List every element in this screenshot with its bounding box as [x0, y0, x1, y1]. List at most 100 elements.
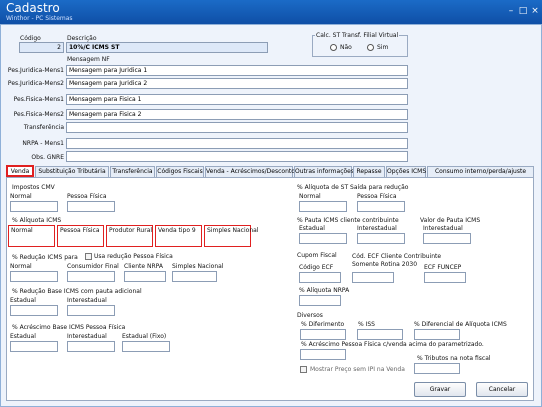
cupom-fiscal-label: Cupom Fiscal — [297, 252, 337, 259]
mostrar-preco-label: Mostrar Preço sem IPI na Venda — [310, 366, 405, 373]
acrescimo-pf-label: % Acréscimo Pessoa Física c/venda acima … — [301, 341, 484, 348]
pauta-interestadual-field[interactable] — [357, 233, 405, 244]
reducao-base-estadual-field[interactable] — [10, 305, 58, 316]
tab-opcoes-icms[interactable]: Opções ICMS — [386, 166, 426, 177]
acrescimo-pf-field[interactable] — [300, 349, 346, 360]
tributos-field[interactable] — [414, 363, 460, 374]
aliq-pf-field[interactable]: Pessoa Física — [57, 225, 104, 247]
acrescimo-estadual-field[interactable] — [10, 341, 58, 352]
aliq-simples-nacional-field[interactable]: Simples Nacional — [204, 225, 258, 247]
diferimento-label: % Diferimento — [301, 321, 345, 328]
acrescimo-label: % Acréscimo Base ICMS Pessoa Física — [12, 324, 126, 331]
pes-juridica-mens1-field[interactable]: Mensagem para Juridica 1 — [66, 65, 408, 76]
pauta-estadual-label: Estadual — [299, 225, 325, 232]
dif-aliq-field[interactable] — [414, 329, 460, 340]
aliq-pf-label: Pessoa Física — [60, 227, 100, 234]
window-title: Cadastro — [6, 1, 60, 15]
valor-pauta-label: Valor de Pauta ICMS — [420, 217, 481, 224]
calc-st-label: Calc. ST Transf. Filial Virtual — [315, 32, 400, 39]
acrescimo-interestadual-field[interactable] — [67, 341, 115, 352]
cod-ecf-cliente-field[interactable] — [352, 272, 394, 283]
tab-repasse[interactable]: Repasse — [353, 166, 385, 177]
aliq-normal-field[interactable]: Normal — [8, 225, 55, 247]
pes-fisica-mens1-field[interactable]: Mensagem para Fisica 1 — [66, 94, 408, 105]
reducao-icms-label: % Redução ICMS para — [12, 254, 78, 261]
obs-gnre-field[interactable] — [66, 151, 408, 162]
minimize-icon[interactable]: – — [505, 6, 517, 17]
usa-reducao-checkbox[interactable] — [85, 253, 92, 260]
reducao-simples-field[interactable] — [172, 271, 217, 282]
field-label: Pes.Fisica-Mens1 — [13, 96, 64, 103]
valor-pauta-interestadual-field[interactable] — [423, 233, 471, 244]
ecf-funcep-label: ECF FUNCEP — [424, 264, 462, 271]
iss-field[interactable] — [357, 329, 403, 340]
pes-juridica-mens2-field[interactable]: Mensagem para Juridica 2 — [66, 78, 408, 89]
nrpa-mens1-field[interactable] — [66, 138, 408, 149]
aliq-simples-nacional-label: Simples Nacional — [207, 227, 259, 234]
diversos-label: Diversos — [297, 312, 323, 319]
descricao-field[interactable]: 10%/C ICMS ST — [66, 42, 268, 53]
window-subtitle: Winthor - PC Sistemas — [6, 15, 73, 22]
acrescimo-estadual-label: Estadual — [10, 333, 36, 340]
st-pf-label: Pessoa Física — [357, 193, 397, 200]
reducao-base-label: % Redução Base ICMS com pauta adicional — [12, 288, 142, 295]
tab-outras-informacoes[interactable]: Outras informações — [294, 166, 354, 177]
aliq-normal-label: Normal — [11, 227, 33, 234]
tab-transferencia[interactable]: Transferência — [110, 166, 155, 177]
reducao-simples-label: Simples Nacional — [172, 263, 224, 270]
reducao-consumidor-field[interactable] — [67, 271, 115, 282]
aliq-produtor-rural-field[interactable]: Produtor Rural — [106, 225, 153, 247]
ecf-funcep-field[interactable] — [424, 272, 466, 283]
maximize-icon[interactable]: □ — [517, 6, 529, 17]
reducao-base-estadual-label: Estadual — [10, 297, 36, 304]
reducao-consumidor-label: Consumidor Final — [67, 263, 119, 270]
tab-venda[interactable]: Venda — [6, 165, 34, 177]
cmv-normal-field[interactable] — [10, 201, 58, 212]
aliq-produtor-rural-label: Produtor Rural — [109, 227, 153, 234]
reducao-normal-field[interactable] — [10, 271, 58, 282]
valor-pauta-interestadual-label: Interestadual — [423, 225, 463, 232]
aliq-venda-tipo9-field[interactable]: Venda tipo 9 — [155, 225, 202, 247]
tab-venda-acrescimos-descontos[interactable]: Venda - Acréscimos/Descontos — [205, 166, 298, 177]
diferimento-field[interactable] — [300, 329, 346, 340]
st-normal-label: Normal — [299, 193, 321, 200]
aliq-st-label: % Alíquota de ST Saída para redução — [297, 184, 409, 191]
codigo-ecf-field[interactable] — [299, 272, 341, 283]
radio-nao-label: Não — [340, 44, 352, 51]
codigo-field[interactable]: 2 — [19, 42, 64, 53]
st-pf-field[interactable] — [357, 201, 405, 212]
close-icon[interactable]: × — [529, 6, 541, 17]
mostrar-preco-checkbox[interactable] — [300, 366, 307, 373]
cmv-pf-field[interactable] — [67, 201, 115, 212]
radio-nao[interactable] — [330, 44, 337, 51]
pes-fisica-mens2-field[interactable]: Mensagem para Fisica 2 — [66, 109, 408, 120]
title-bar: Cadastro Winthor - PC Sistemas – □ × — [0, 0, 542, 24]
acrescimo-interestadual-label: Interestadual — [67, 333, 107, 340]
cancelar-button[interactable]: Cancelar — [476, 382, 528, 397]
reducao-normal-label: Normal — [10, 263, 32, 270]
reducao-base-interestadual-field[interactable] — [67, 305, 115, 316]
radio-sim[interactable] — [367, 44, 374, 51]
field-label: Obs. GNRE — [31, 154, 64, 161]
st-normal-field[interactable] — [299, 201, 347, 212]
acrescimo-estadual-fixo-field[interactable] — [122, 341, 170, 352]
mensagem-nf-label: Mensagem NF — [67, 56, 110, 63]
field-label: Pes.Fisica-Mens2 — [13, 111, 64, 118]
pauta-icms-label: % Pauta ICMS cliente contribuinte — [297, 217, 399, 224]
somente-rotina-label: Somente Rotina 2030 — [352, 261, 418, 268]
field-label: Pes.Juridica-Mens2 — [7, 80, 64, 87]
aliq-nrpa-field[interactable] — [299, 295, 341, 306]
cmv-normal-label: Normal — [10, 193, 32, 200]
tab-bar: Venda Substituição Tributária Transferên… — [6, 165, 534, 177]
reducao-nrpa-field[interactable] — [124, 271, 166, 282]
field-label: Pes.Juridica-Mens1 — [7, 67, 64, 74]
field-label: NRPA - Mens1 — [22, 140, 64, 147]
gravar-button[interactable]: Gravar — [414, 382, 466, 397]
tab-substituicao-tributaria[interactable]: Substituição Tributária — [35, 166, 109, 177]
transferencia-field[interactable] — [66, 122, 408, 133]
tab-codigos-fiscais[interactable]: Códigos Fiscais — [156, 166, 204, 177]
codigo-ecf-label: Código ECF — [299, 264, 334, 271]
aliq-venda-tipo9-label: Venda tipo 9 — [158, 227, 196, 234]
pauta-estadual-field[interactable] — [299, 233, 347, 244]
tab-consumo-interno[interactable]: Consumo interno/perda/ajuste — [427, 166, 534, 177]
